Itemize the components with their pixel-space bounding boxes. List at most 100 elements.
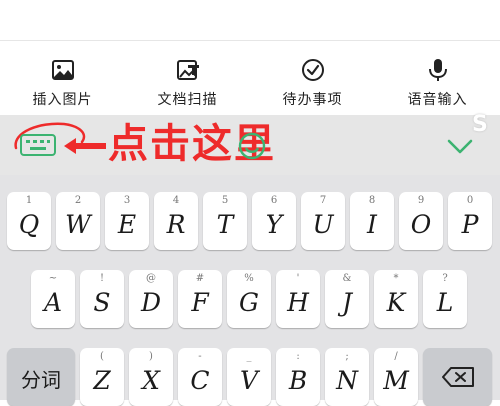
key-label: D: [140, 288, 162, 317]
segment-key[interactable]: 分词: [7, 348, 75, 406]
key-q[interactable]: 1Q: [7, 192, 51, 250]
key-r[interactable]: 4R: [154, 192, 198, 250]
key-label: U: [312, 210, 334, 239]
key-hint: ): [149, 351, 153, 362]
todo-button[interactable]: 待办事项: [250, 41, 375, 115]
key-label: K: [386, 288, 406, 317]
key-hint: 0: [466, 195, 474, 206]
check-circle-icon: [301, 59, 324, 81]
key-hint: 5: [221, 195, 229, 206]
key-hint: 2: [74, 195, 82, 206]
collapse-keyboard-icon[interactable]: [446, 138, 474, 156]
content-area-top: [0, 0, 500, 41]
key-label: E: [117, 210, 137, 239]
key-label: T: [216, 210, 234, 239]
key-hint: ;: [345, 351, 349, 362]
insert-image-button[interactable]: 插入图片: [0, 41, 125, 115]
key-label: Z: [93, 366, 111, 395]
key-label: Y: [265, 210, 283, 239]
key-h[interactable]: ' H: [276, 270, 320, 328]
todo-label: 待办事项: [282, 92, 343, 108]
key-label: J: [341, 288, 353, 317]
key-k[interactable]: * K: [374, 270, 418, 328]
voice-input-label: 语音输入: [407, 92, 468, 108]
watermark-logo: S: [472, 112, 488, 137]
note-toolbar: 插入图片 文档扫描 待办事项 语音输入: [0, 41, 500, 115]
key-s[interactable]: ! S: [80, 270, 124, 328]
key-label: B: [288, 366, 308, 395]
key-label: H: [287, 288, 309, 317]
key-d[interactable]: @ D: [129, 270, 173, 328]
key-hint: 3: [123, 195, 131, 206]
document-scan-button[interactable]: 文档扫描: [125, 41, 250, 115]
key-label: R: [166, 210, 186, 239]
key-label: Q: [18, 210, 40, 239]
key-hint: @: [146, 273, 156, 284]
key-label: I: [367, 210, 377, 239]
key-hint: !: [99, 273, 105, 284]
key-label: M: [383, 366, 409, 395]
emoji-icon[interactable]: [237, 131, 267, 161]
key-p[interactable]: 0P: [448, 192, 492, 250]
key-label: V: [239, 366, 259, 395]
key-z[interactable]: (Z: [80, 348, 124, 406]
key-label: L: [436, 288, 454, 317]
key-y[interactable]: 6Y: [252, 192, 296, 250]
key-v[interactable]: _ V: [227, 348, 271, 406]
key-hint: _: [246, 351, 252, 362]
key-label: W: [65, 210, 91, 239]
key-b[interactable]: :B: [276, 348, 320, 406]
key-e[interactable]: 3E: [105, 192, 149, 250]
key-hint: *: [393, 273, 399, 284]
key-hint: -: [198, 351, 202, 362]
key-hint: 1: [25, 195, 33, 206]
key-hint: (: [100, 351, 104, 362]
backspace-icon: [442, 367, 474, 387]
key-label: S: [93, 288, 111, 317]
key-label: C: [190, 366, 210, 395]
annotation-arrow-icon: [64, 138, 106, 154]
key-hint: 4: [172, 195, 180, 206]
key-f[interactable]: # F: [178, 270, 222, 328]
key-j[interactable]: & J: [325, 270, 369, 328]
key-i[interactable]: 8I: [350, 192, 394, 250]
key-hint: ~: [48, 273, 58, 284]
key-label: P: [461, 210, 479, 239]
key-hint: %: [244, 273, 254, 284]
microphone-icon: [428, 59, 447, 81]
key-hint: :: [296, 351, 300, 362]
keyboard: 1Q 2W 3E 4R 5T 6Y 7U 8I 9O 0P ~ A ! S @ D #…: [0, 175, 500, 406]
key-hint: 7: [319, 195, 327, 206]
key-n[interactable]: ; N: [325, 348, 369, 406]
document-scan-label: 文档扫描: [157, 92, 218, 108]
key-w[interactable]: 2W: [56, 192, 100, 250]
key-hint: /: [394, 351, 398, 362]
key-hint: 8: [368, 195, 376, 206]
segment-key-label: 分词: [21, 368, 61, 392]
key-hint: #: [195, 273, 205, 284]
backspace-key[interactable]: [423, 348, 492, 406]
key-l[interactable]: ? L: [423, 270, 467, 328]
key-label: X: [142, 366, 160, 395]
voice-input-button[interactable]: 语音输入: [375, 41, 500, 115]
key-hint: 6: [270, 195, 278, 206]
document-scan-icon: [176, 60, 199, 80]
image-icon: [51, 60, 74, 80]
key-g[interactable]: % G: [227, 270, 271, 328]
keyboard-switch-icon[interactable]: [20, 134, 56, 156]
key-a[interactable]: ~ A: [31, 270, 75, 328]
key-m[interactable]: / M: [374, 348, 418, 406]
key-c[interactable]: -C: [178, 348, 222, 406]
insert-image-label: 插入图片: [32, 92, 93, 108]
key-hint: ?: [442, 273, 448, 284]
key-label: A: [43, 288, 63, 317]
key-hint: 9: [417, 195, 425, 206]
key-label: N: [336, 366, 358, 395]
key-hint: &: [342, 273, 352, 284]
key-hint: ': [296, 273, 300, 284]
key-t[interactable]: 5T: [203, 192, 247, 250]
key-u[interactable]: 7U: [301, 192, 345, 250]
key-label: F: [191, 288, 209, 317]
key-x[interactable]: ) X: [129, 348, 173, 406]
key-o[interactable]: 9O: [399, 192, 443, 250]
